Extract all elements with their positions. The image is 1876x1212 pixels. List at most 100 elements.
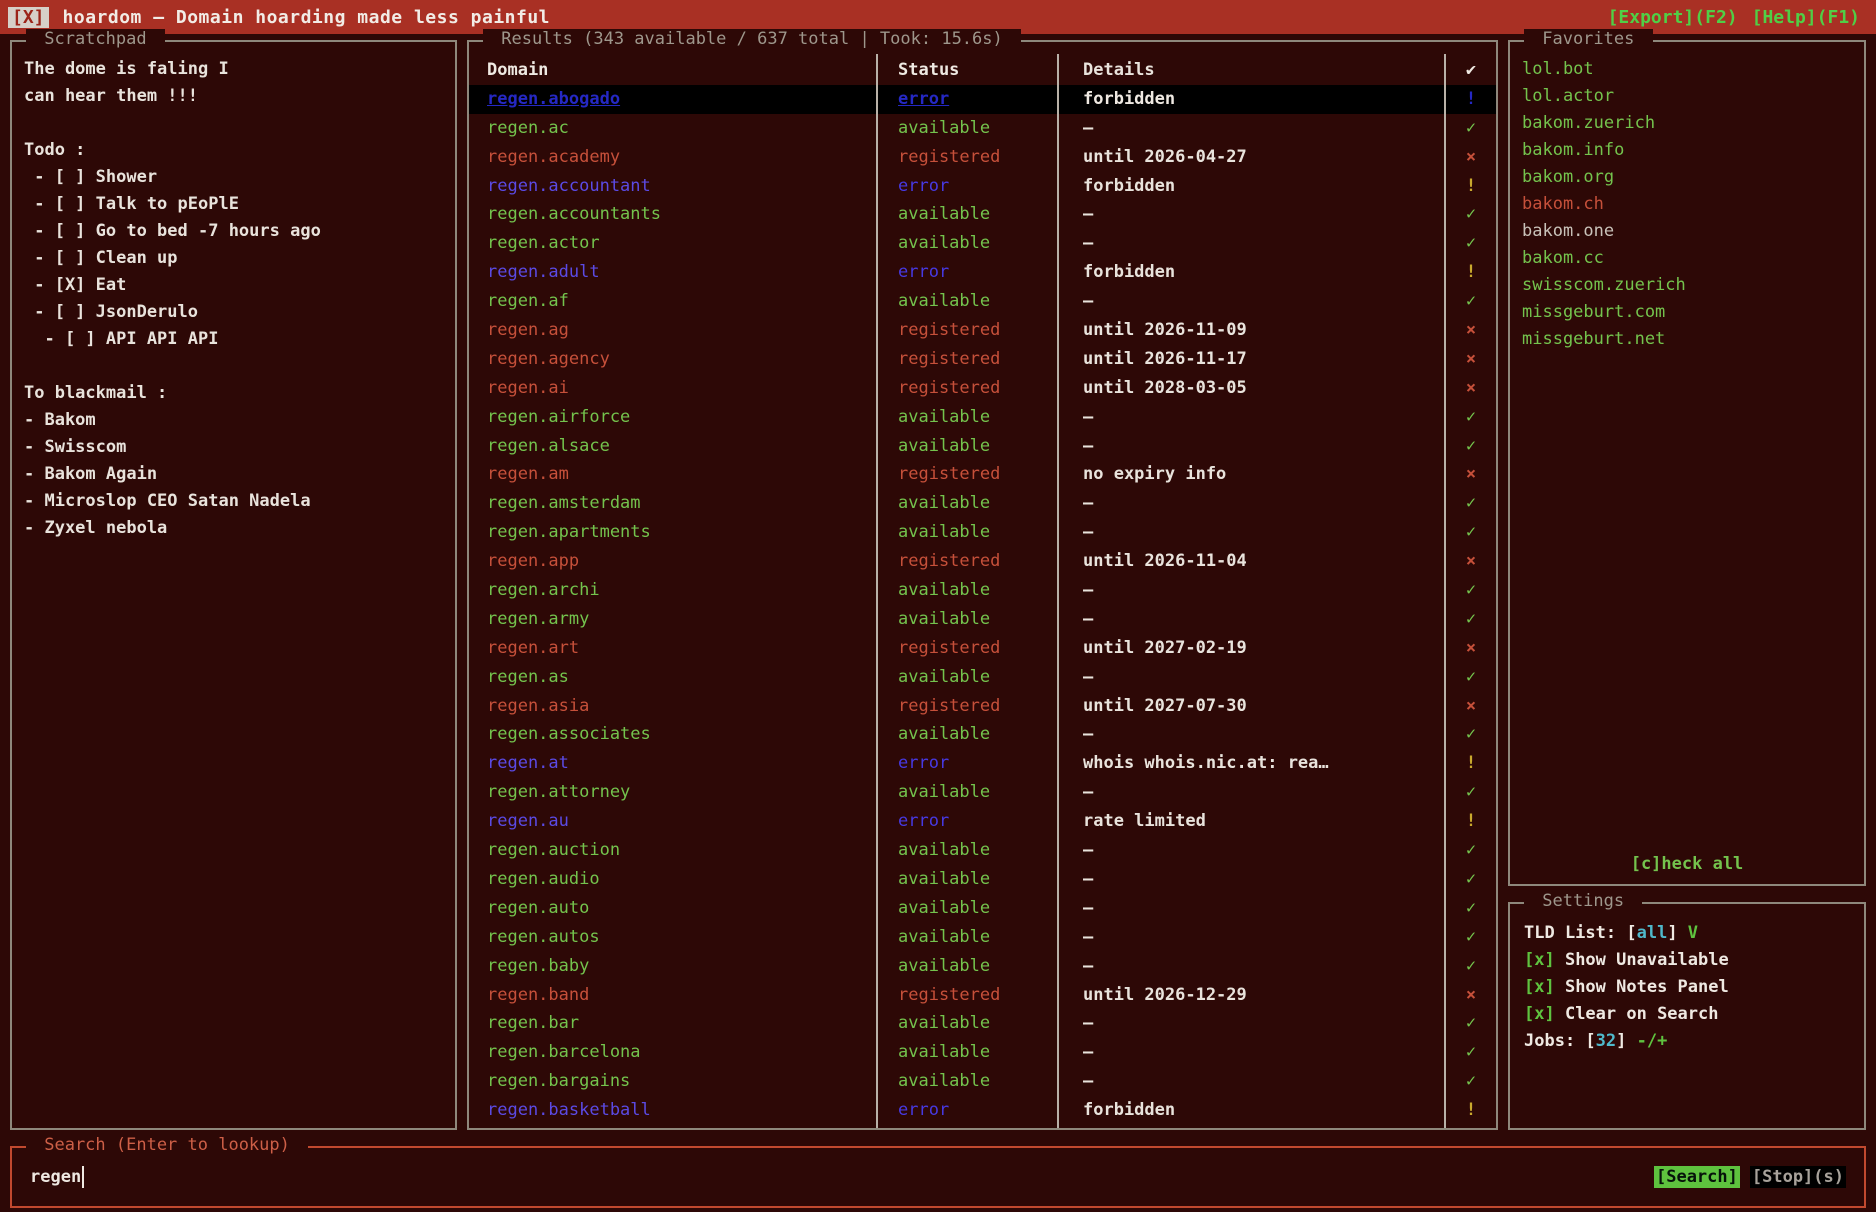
table-row[interactable]: regen.airegistereduntil 2028-03-05×	[469, 374, 1496, 403]
details-cell: until 2026-11-04	[1057, 547, 1446, 576]
table-row[interactable]: regen.bandregistereduntil 2026-12-29×	[469, 981, 1496, 1010]
table-row[interactable]: regen.abogadoerrorforbidden!	[469, 85, 1496, 114]
tld-list-setting[interactable]: TLD List: [all] V	[1524, 920, 1854, 947]
jobs-setting[interactable]: Jobs: [32] -/+	[1524, 1028, 1854, 1055]
column-header-details[interactable]: Details	[1057, 56, 1446, 85]
favorite-item[interactable]: lol.actor	[1522, 83, 1854, 110]
table-row[interactable]: regen.associatesavailable–✓	[469, 720, 1496, 749]
table-row[interactable]: regen.alsaceavailable–✓	[469, 432, 1496, 461]
status-cell: available	[876, 605, 1057, 634]
search-button[interactable]: [Search]	[1654, 1166, 1740, 1188]
status-cell: registered	[876, 374, 1057, 403]
status-mark-icon: ✓	[1446, 1009, 1496, 1038]
table-row[interactable]: regen.airforceavailable–✓	[469, 403, 1496, 432]
status-mark-icon: ×	[1446, 460, 1496, 489]
table-row[interactable]: regen.apartmentsavailable–✓	[469, 518, 1496, 547]
table-row[interactable]: regen.aterrorwhois whois.nic.at: rea…!	[469, 749, 1496, 778]
domain-cell: regen.abogado	[469, 85, 876, 114]
settings-checkbox[interactable]: [x] Clear on Search	[1524, 1001, 1854, 1028]
status-mark-icon: ×	[1446, 143, 1496, 172]
table-row[interactable]: regen.agregistereduntil 2026-11-09×	[469, 316, 1496, 345]
scratchpad-panel[interactable]: Scratchpad The dome is faling Ican hear …	[10, 40, 457, 1130]
favorite-item[interactable]: missgeburt.net	[1522, 326, 1854, 353]
domain-cell: regen.associates	[469, 720, 876, 749]
table-row[interactable]: regen.amregisteredno expiry info×	[469, 460, 1496, 489]
table-row[interactable]: regen.accountanterrorforbidden!	[469, 172, 1496, 201]
checkbox-icon: [x]	[1524, 950, 1555, 970]
details-cell: –	[1057, 605, 1446, 634]
favorite-item[interactable]: bakom.ch	[1522, 191, 1854, 218]
scratchpad-line: - [ ] Shower	[24, 164, 445, 191]
table-row[interactable]: regen.babyavailable–✓	[469, 952, 1496, 981]
table-row[interactable]: regen.armyavailable–✓	[469, 605, 1496, 634]
table-row[interactable]: regen.auerrorrate limited!	[469, 807, 1496, 836]
details-cell: forbidden	[1057, 85, 1446, 114]
status-cell: available	[876, 432, 1057, 461]
export-button[interactable]: [Export](F2)	[1608, 7, 1738, 28]
scratchpad-line: Todo :	[24, 137, 445, 164]
table-row[interactable]: regen.asiaregistereduntil 2027-07-30×	[469, 692, 1496, 721]
table-row[interactable]: regen.attorneyavailable–✓	[469, 778, 1496, 807]
status-cell: available	[876, 489, 1057, 518]
domain-cell: regen.accountants	[469, 200, 876, 229]
settings-checkbox[interactable]: [x] Show Unavailable	[1524, 947, 1854, 974]
favorite-item[interactable]: bakom.one	[1522, 218, 1854, 245]
jobs-stepper[interactable]: -/+	[1637, 1031, 1668, 1051]
domain-cell: regen.barcelona	[469, 1038, 876, 1067]
table-row[interactable]: regen.baravailable–✓	[469, 1009, 1496, 1038]
favorites-list: lol.botlol.actorbakom.zuerichbakom.infob…	[1522, 56, 1854, 353]
status-cell: available	[876, 894, 1057, 923]
tld-list-value: all	[1637, 923, 1668, 943]
table-row[interactable]: regen.asavailable–✓	[469, 663, 1496, 692]
scratchpad-content[interactable]: The dome is faling Ican hear them !!! To…	[24, 56, 445, 542]
favorite-item[interactable]: swisscom.zuerich	[1522, 272, 1854, 299]
favorite-item[interactable]: bakom.cc	[1522, 245, 1854, 272]
settings-panel: Settings TLD List: [all] V [x] Show Unav…	[1508, 902, 1866, 1130]
favorite-item[interactable]: bakom.info	[1522, 137, 1854, 164]
table-row[interactable]: regen.accountantsavailable–✓	[469, 200, 1496, 229]
table-row[interactable]: regen.afavailable–✓	[469, 287, 1496, 316]
table-row[interactable]: regen.barcelonaavailable–✓	[469, 1038, 1496, 1067]
stop-button[interactable]: [Stop](s)	[1750, 1166, 1846, 1188]
domain-cell: regen.audio	[469, 865, 876, 894]
table-row[interactable]: regen.adulterrorforbidden!	[469, 258, 1496, 287]
table-row[interactable]: regen.autosavailable–✓	[469, 923, 1496, 952]
table-row[interactable]: regen.auctionavailable–✓	[469, 836, 1496, 865]
status-mark-icon: ×	[1446, 316, 1496, 345]
column-header-domain[interactable]: Domain	[469, 56, 876, 85]
tld-dropdown-toggle[interactable]: V	[1688, 923, 1698, 943]
status-mark-icon: !	[1446, 807, 1496, 836]
favorite-item[interactable]: missgeburt.com	[1522, 299, 1854, 326]
table-row[interactable]: regen.audioavailable–✓	[469, 865, 1496, 894]
scratchpad-line: To blackmail :	[24, 380, 445, 407]
close-button[interactable]: [X]	[8, 7, 49, 28]
status-mark-icon: ✓	[1446, 865, 1496, 894]
table-row[interactable]: regen.archiavailable–✓	[469, 576, 1496, 605]
column-header-check-icon[interactable]: ✔	[1446, 56, 1496, 85]
favorite-item[interactable]: lol.bot	[1522, 56, 1854, 83]
table-row[interactable]: regen.basketballerrorforbidden!	[469, 1096, 1496, 1125]
table-row[interactable]: regen.appregistereduntil 2026-11-04×	[469, 547, 1496, 576]
favorite-item[interactable]: bakom.org	[1522, 164, 1854, 191]
table-row[interactable]: regen.autoavailable–✓	[469, 894, 1496, 923]
table-row[interactable]: regen.agencyregistereduntil 2026-11-17×	[469, 345, 1496, 374]
search-input[interactable]: regen	[30, 1162, 1848, 1192]
check-all-button[interactable]: [c]heck all	[1510, 854, 1864, 874]
column-header-status[interactable]: Status	[876, 56, 1057, 85]
table-row[interactable]: regen.bargainsavailable–✓	[469, 1067, 1496, 1096]
favorites-panel: Favorites lol.botlol.actorbakom.zuerichb…	[1508, 40, 1866, 886]
table-row[interactable]: regen.academyregistereduntil 2026-04-27×	[469, 143, 1496, 172]
domain-cell: regen.af	[469, 287, 876, 316]
table-row[interactable]: regen.actoravailable–✓	[469, 229, 1496, 258]
scratchpad-line: can hear them !!!	[24, 83, 445, 110]
table-row[interactable]: regen.artregistereduntil 2027-02-19×	[469, 634, 1496, 663]
domain-cell: regen.alsace	[469, 432, 876, 461]
table-row[interactable]: regen.acavailable–✓	[469, 114, 1496, 143]
favorite-item[interactable]: bakom.zuerich	[1522, 110, 1854, 137]
domain-cell: regen.baby	[469, 952, 876, 981]
table-row[interactable]: regen.amsterdamavailable–✓	[469, 489, 1496, 518]
scratchpad-line: - Bakom Again	[24, 461, 445, 488]
help-button[interactable]: [Help](F1)	[1752, 7, 1860, 28]
settings-checkbox[interactable]: [x] Show Notes Panel	[1524, 974, 1854, 1001]
status-cell: available	[876, 403, 1057, 432]
